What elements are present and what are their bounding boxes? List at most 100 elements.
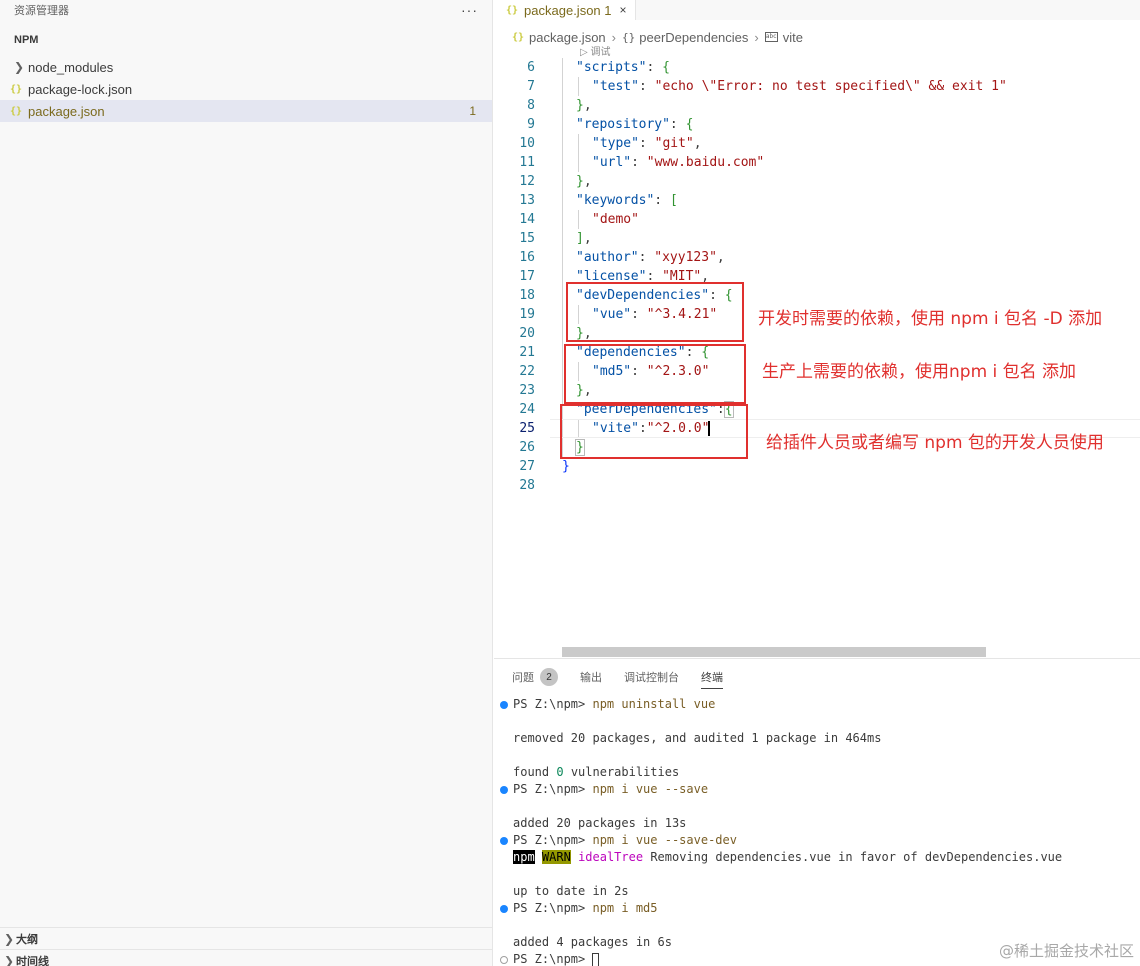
terminal-line: PS Z:\npm> npm i vue --save-dev — [494, 832, 1140, 849]
terminal-line: PS Z:\npm> npm uninstall vue — [494, 696, 1140, 713]
command-decoration-icon[interactable] — [500, 701, 508, 709]
terminal-output: removed 20 packages, and audited 1 packa… — [513, 731, 882, 745]
object-icon: {} — [622, 30, 636, 44]
string-icon: abc — [764, 32, 778, 42]
line-number: 9 — [527, 117, 535, 132]
line-number: 26 — [519, 440, 535, 455]
tree-item-label: package-lock.json — [28, 81, 133, 97]
chevron-right-icon: › — [754, 29, 759, 45]
terminal-line: found 0 vulnerabilities — [513, 765, 680, 779]
terminal-command: npm i vue --save — [592, 782, 709, 796]
line-number: 21 — [519, 345, 535, 360]
editor-tabbar: {} package.json 1 × — [494, 0, 1140, 20]
terminal-line: PS Z:\npm> npm i md5 — [494, 900, 1140, 917]
chevron-right-icon: ❯ — [13, 60, 25, 74]
json-icon: {} — [506, 4, 519, 16]
timeline-label: 时间线 — [16, 955, 49, 966]
more-actions-icon[interactable]: ··· — [461, 2, 478, 18]
tree-item-package-lock-json[interactable]: {} package-lock.json — [0, 78, 492, 100]
command-decoration-icon[interactable] — [500, 786, 508, 794]
code-line: 14 "demo" — [494, 210, 1140, 229]
json-string: "demo" — [592, 212, 639, 227]
debug-codelens[interactable]: ▷ 调试 — [580, 43, 610, 58]
line-number: 28 — [519, 478, 535, 493]
line-number: 27 — [519, 459, 535, 474]
line-number: 17 — [519, 269, 535, 284]
command-decoration-icon[interactable] — [500, 956, 508, 964]
explorer-header: 资源管理器 ··· — [0, 0, 492, 20]
json-key: "scripts" — [576, 60, 647, 75]
line-number: 6 — [527, 60, 535, 75]
terminal-command: npm i vue --save-dev — [592, 833, 737, 847]
json-icon: {} — [512, 31, 525, 43]
tab-label: 输出 — [580, 672, 602, 684]
terminal-line: PS Z:\npm> npm i vue --save — [494, 781, 1140, 798]
json-string: "git" — [654, 136, 694, 151]
tab-package-json[interactable]: {} package.json 1 × — [494, 0, 636, 20]
terminal-output: added 20 packages in 13s — [513, 816, 687, 830]
code-line: 12}, — [494, 172, 1140, 191]
tab-debug-console[interactable]: 调试控制台 — [624, 659, 679, 695]
breadcrumb-property[interactable]: vite — [783, 30, 803, 45]
code-line: 6 "scripts": { — [494, 58, 1140, 77]
line-number: 16 — [519, 250, 535, 265]
outline-label: 大纲 — [16, 933, 38, 946]
json-key: "test" — [592, 79, 639, 94]
line-number: 14 — [519, 212, 535, 227]
workspace-section-label: NPM — [14, 34, 39, 46]
warn-tag: WARN — [541, 850, 571, 864]
line-number: 24 — [519, 402, 535, 417]
annotation-box-peerdependencies — [560, 404, 748, 459]
editor-area: {} package.json 1 × {} package.json › {}… — [494, 0, 1140, 658]
code-line: 28 — [494, 476, 1140, 495]
tree-item-label: package.json — [28, 103, 105, 119]
terminal-line: added 20 packages in 13s — [494, 815, 1140, 832]
json-key: "url" — [592, 155, 632, 170]
outline-section[interactable]: ❯ 大纲 — [0, 927, 493, 949]
bottom-panel: 问题 2 输出 调试控制台 终端 PS Z:\npm> npm uninstal… — [494, 658, 1140, 966]
command-decoration-icon[interactable] — [500, 905, 508, 913]
horizontal-scrollbar[interactable] — [562, 647, 986, 657]
line-number: 25 — [519, 421, 535, 436]
terminal-line: up to date in 2s — [494, 883, 1140, 900]
tab-label: 问题 — [512, 672, 534, 684]
command-decoration-icon[interactable] — [500, 837, 508, 845]
annotation-box-devdependencies — [566, 282, 744, 342]
terminal-output: up to date in 2s — [513, 884, 629, 898]
code-line: 16 "author": "xyy123", — [494, 248, 1140, 267]
breadcrumb-object[interactable]: peerDependencies — [639, 30, 748, 45]
line-number: 23 — [519, 383, 535, 398]
tab-terminal[interactable]: 终端 — [701, 659, 723, 695]
tab-problems[interactable]: 问题 2 — [512, 659, 558, 695]
chevron-right-icon: ❯ — [4, 931, 15, 946]
tree-item-label: node_modules — [28, 59, 114, 75]
code-line: 27} — [494, 457, 1140, 476]
chevron-right-icon: › — [611, 29, 617, 45]
code-line: 11 "url": "www.baidu.com" — [494, 153, 1140, 172]
timeline-section[interactable]: ❯ 时间线 — [0, 949, 493, 966]
line-number: 12 — [519, 174, 535, 189]
json-icon: {} — [10, 83, 23, 95]
json-string: "xyy123" — [654, 250, 717, 265]
terminal[interactable]: PS Z:\npm> npm uninstall vue removed 20 … — [494, 696, 1140, 966]
close-icon[interactable]: × — [620, 3, 627, 17]
annotation-text-peerdependencies: 给插件人员或者编写 npm 包的开发人员使用 — [766, 433, 1104, 453]
line-number: 15 — [519, 231, 535, 246]
json-key: "author" — [576, 250, 639, 265]
json-key: "keywords" — [576, 193, 655, 208]
terminal-line: npm WARN idealTree Removing dependencies… — [513, 850, 1063, 864]
code-line: 13 "keywords": [ — [494, 191, 1140, 210]
tab-output[interactable]: 输出 — [580, 659, 602, 695]
json-string: "echo \"Error: no test specified\" && ex… — [654, 79, 1007, 94]
code-line: 10 "type": "git", — [494, 134, 1140, 153]
line-number: 13 — [519, 193, 535, 208]
line-number: 22 — [519, 364, 535, 379]
tree-item-node-modules[interactable]: ❯ node_modules — [0, 56, 492, 78]
tree-item-package-json[interactable]: {} package.json 1 — [0, 100, 492, 122]
workspace-section-npm[interactable]: NPM — [0, 24, 492, 56]
tab-label: package.json 1 — [524, 2, 612, 18]
json-icon: {} — [10, 105, 23, 117]
